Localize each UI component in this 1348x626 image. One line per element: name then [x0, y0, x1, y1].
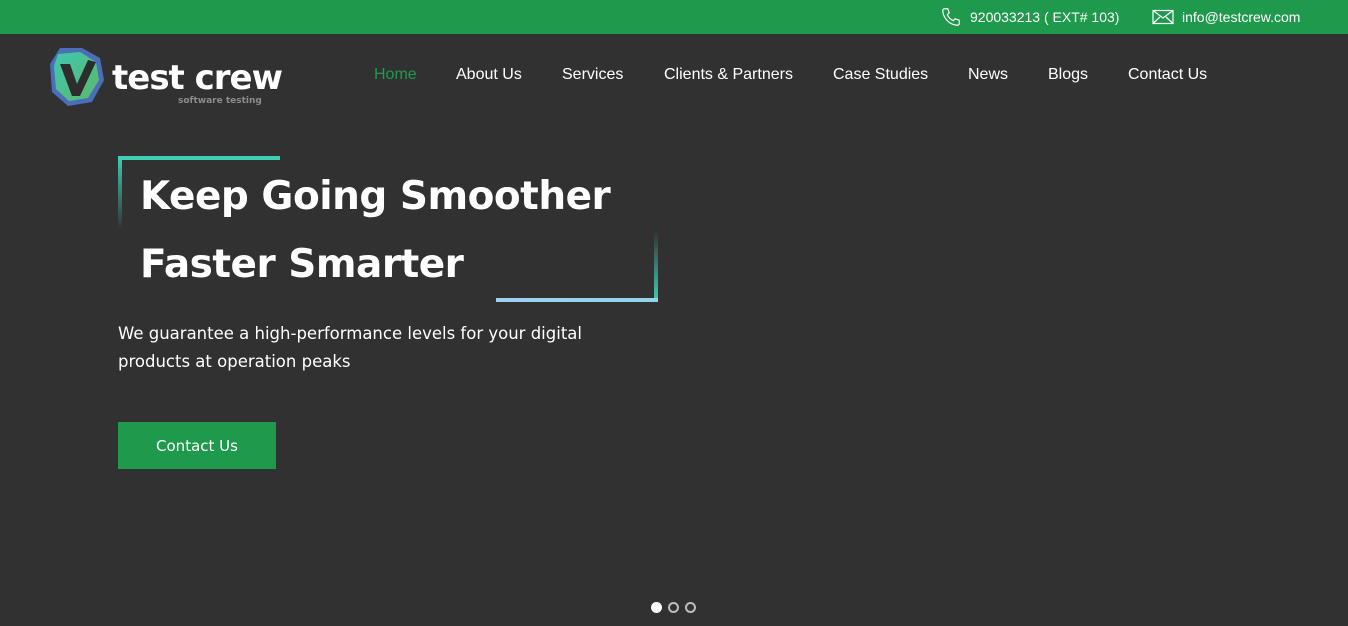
carousel-dot-1[interactable] [651, 602, 662, 613]
nav-item-blogs[interactable]: Blogs [1048, 66, 1088, 84]
testcrew-logo[interactable]: test crew software testing [48, 46, 283, 110]
hero-subtitle: We guarantee a high-performance levels f… [118, 324, 582, 371]
envelope-icon [1152, 9, 1174, 25]
carousel-dot-2[interactable] [668, 602, 679, 613]
nav-item-contact-us[interactable]: Contact Us [1128, 66, 1207, 84]
email-address[interactable]: info@testcrew.com [1182, 9, 1300, 25]
email-contact[interactable]: info@testcrew.com [1152, 0, 1300, 34]
hero-contact-button[interactable]: Contact Us [118, 422, 276, 469]
logo-wordmark: test crew [112, 58, 283, 98]
nav-item-case-studies[interactable]: Case Studies [833, 66, 928, 84]
phone-icon [942, 8, 960, 26]
logo-tagline: software testing [178, 96, 262, 106]
carousel-indicators [651, 602, 696, 613]
hero-title-line-2: Faster Smarter [140, 242, 464, 287]
hero-title-line-1: Keep Going Smoother [140, 174, 611, 219]
nav-item-clients-partners[interactable]: Clients & Partners [664, 66, 793, 84]
nav-item-services[interactable]: Services [562, 66, 623, 84]
phone-number[interactable]: 920033213 ( EXT# 103) [970, 9, 1119, 25]
top-contact-bar: 920033213 ( EXT# 103) info@testcrew.com [0, 0, 1348, 34]
carousel-dot-3[interactable] [685, 602, 696, 613]
phone-contact[interactable]: 920033213 ( EXT# 103) [940, 0, 1119, 34]
nav-item-about-us[interactable]: About Us [456, 66, 522, 84]
nav-item-news[interactable]: News [968, 66, 1008, 84]
nav-item-home[interactable]: Home [374, 66, 417, 84]
